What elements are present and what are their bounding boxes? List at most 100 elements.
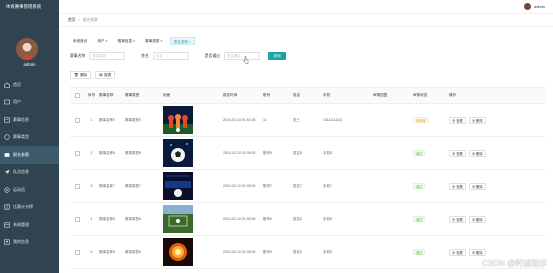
sidebar-item-athlete[interactable]: 运动员	[0, 181, 59, 199]
row-phone: 15111111111	[323, 118, 343, 122]
view-button-label: 查看	[456, 151, 463, 156]
row-signup-time: 2024-02-10 01:39:30	[223, 249, 256, 254]
app-title: 体育赛事管理系统	[0, 0, 59, 14]
row-signup-time: 2024-02-10 01:39:30	[223, 216, 256, 221]
header-name: 姓名	[293, 93, 301, 97]
sidebar-item-system[interactable]: 系统管理	[0, 216, 59, 234]
trash-icon: 🗑	[74, 73, 79, 77]
row-checkbox[interactable]	[75, 183, 80, 189]
sidebar-item-scoreboard[interactable]: 比赛计分榜	[0, 199, 59, 217]
select-all-cell	[70, 93, 84, 98]
table-row: 4 赛事名称6 赛事类型6 2024-02-10 01:39:30 账号6 姓名…	[70, 203, 545, 236]
tab-signup[interactable]: 报名参赛 ×	[169, 37, 196, 45]
row-checkbox-cell	[70, 117, 84, 123]
delete-row-button[interactable]: ⊕ 删除	[468, 248, 486, 256]
row-name: 姓名8	[293, 150, 302, 155]
row-checkbox[interactable]	[75, 117, 80, 123]
sidebar-avatar[interactable]	[16, 38, 38, 60]
row-event-type: 赛事类型7	[125, 183, 141, 188]
search-button[interactable]: 查询	[267, 52, 286, 60]
table-row: 1 赛事名称9 赛事类型9 2024-02-10 01:51:25 11 张三 …	[70, 104, 545, 137]
delete-row-button[interactable]: ⊕ 删除	[468, 182, 486, 190]
tab-event-info[interactable]: 赛事信息 ×	[115, 37, 138, 45]
cover-image-fighting[interactable]	[163, 172, 193, 200]
sidebar-item-event-info[interactable]: 赛事信息	[0, 111, 59, 129]
sidebar-item-label: 队员信息	[13, 169, 29, 175]
tab-user[interactable]: 用户 ×	[94, 37, 110, 45]
cover-image-fireball[interactable]	[163, 238, 193, 266]
row-cover	[162, 172, 222, 200]
sidebar-item-label: 运动员	[13, 186, 25, 192]
cover-image-team[interactable]	[163, 106, 193, 134]
row-signup-time: 2024-02-10 01:39:30	[223, 150, 256, 155]
row-operations: ⊕ 查看 ⊕ 删除	[448, 215, 508, 223]
row-checkbox[interactable]	[75, 249, 80, 255]
sidebar-item-profile[interactable]: 我的信息	[0, 234, 59, 252]
row-cover	[162, 106, 222, 134]
delete-button[interactable]: 🗑 删除	[70, 71, 92, 79]
row-operations: ⊕ 查看 ⊕ 删除	[448, 248, 508, 256]
signup-icon	[4, 152, 10, 158]
row-status-cell: 通过	[412, 216, 448, 222]
table-header: 序号 赛事名称 赛事类型 封面 报名时间 账号 姓名 手机 审核回复 审核状态 …	[70, 88, 545, 104]
view-button[interactable]: ⊕ 查看	[449, 149, 466, 157]
delete-row-button[interactable]: ⊕ 删除	[468, 149, 486, 157]
watermark: CSDN @阿诚程序	[481, 259, 547, 268]
approved-select[interactable]: 是否通过	[223, 52, 260, 60]
row-status-cell: 通过	[412, 150, 448, 156]
table-row: 3 赛事名称7 赛事类型7 2024-02-10 01:39:30 账号7 姓名…	[70, 170, 545, 203]
view-button[interactable]: ⊕ 查看	[449, 182, 466, 190]
athlete-icon	[4, 187, 10, 193]
search-form: 赛事名称 赛事名称 姓名 姓名 是否通过 是否通过 查询	[59, 50, 553, 62]
person-name-input[interactable]: 姓名	[152, 52, 189, 60]
person-name-label: 姓名	[141, 53, 149, 58]
view-button[interactable]: ⊕ 查看	[449, 215, 466, 223]
row-checkbox-cell	[70, 249, 84, 255]
header-cover: 封面	[163, 93, 171, 97]
view-button[interactable]: ⊕ 查看	[449, 248, 466, 256]
signup-table: 序号 赛事名称 赛事类型 封面 报名时间 账号 姓名 手机 审核回复 审核状态 …	[70, 87, 545, 269]
cover-image-ball[interactable]	[163, 139, 193, 167]
report-button[interactable]: ▤ 报表	[95, 71, 116, 79]
delete-row-button-label: 删除	[476, 151, 483, 156]
sidebar-item-signup[interactable]: 报名参赛	[0, 146, 59, 164]
row-phone: 手机5	[323, 249, 332, 254]
delete-row-button[interactable]: ⊕ 删除	[468, 215, 486, 223]
action-bar: 🗑 删除 ▤ 报表	[59, 70, 553, 80]
header-phone: 手机	[323, 93, 331, 97]
row-name: 姓名5	[293, 249, 302, 254]
row-index: 1	[90, 118, 93, 122]
row-event-type: 赛事类型9	[125, 117, 141, 122]
row-event-name: 赛事名称6	[99, 216, 115, 221]
row-phone: 手机7	[323, 183, 332, 188]
header-index: 序号	[87, 93, 96, 97]
row-account: 账号7	[263, 183, 272, 188]
breadcrumb-home[interactable]: 首页	[68, 18, 76, 23]
sidebar-item-label: 首页	[13, 81, 21, 87]
top-user-menu[interactable]: admin	[524, 3, 545, 10]
sidebar-item-team[interactable]: 队员信息	[0, 164, 59, 182]
system-icon	[4, 222, 10, 228]
row-event-type: 赛事类型6	[125, 216, 141, 221]
row-signup-time: 2024-02-10 01:51:25	[223, 117, 256, 122]
sidebar-item-label: 赛事信息	[13, 116, 29, 122]
row-checkbox[interactable]	[75, 216, 80, 222]
header-signup-time: 报名时间	[223, 93, 238, 97]
sidebar-item-home[interactable]: 首页	[0, 76, 59, 94]
event-name-label: 赛事名称	[70, 53, 86, 58]
row-status-cell: 待审核	[412, 117, 448, 123]
delete-row-button[interactable]: ⊕ 删除	[468, 116, 486, 124]
info-icon	[4, 117, 10, 123]
view-button[interactable]: ⊕ 查看	[449, 116, 466, 124]
cover-image-field[interactable]	[163, 205, 193, 233]
select-all-checkbox[interactable]	[75, 93, 80, 98]
sidebar-item-event-type[interactable]: 赛事类型	[0, 129, 59, 147]
delete-button-label: 删除	[80, 73, 88, 77]
row-operations: ⊕ 查看 ⊕ 删除	[448, 149, 508, 157]
event-name-input[interactable]: 赛事名称	[89, 52, 126, 60]
tab-event-type[interactable]: 赛事类型 ×	[142, 37, 165, 45]
tab-home[interactable]: 系统首页	[70, 37, 90, 45]
row-checkbox[interactable]	[75, 150, 80, 156]
row-event-type: 赛事类型5	[125, 249, 141, 254]
sidebar-item-user[interactable]: 用户	[0, 94, 59, 112]
